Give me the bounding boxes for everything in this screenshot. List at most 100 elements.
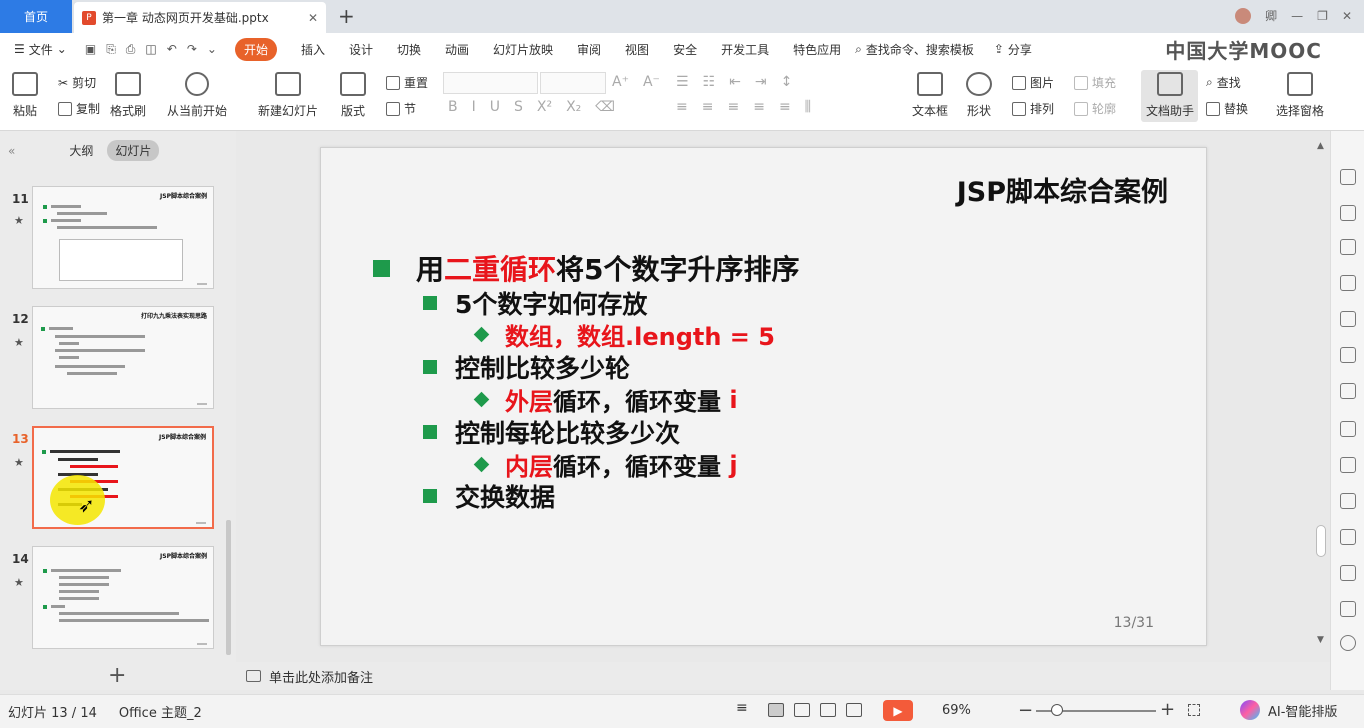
notes-area[interactable]: 单击此处添加备注 xyxy=(236,662,1330,690)
save-icon[interactable]: ▣ xyxy=(85,42,96,57)
italic-icon[interactable]: I xyxy=(472,99,476,115)
paste-button[interactable]: 粘贴 xyxy=(12,72,38,119)
tab-slides[interactable]: 幻灯片 xyxy=(107,140,160,161)
menu-transition[interactable]: 切换 xyxy=(397,41,421,58)
align-left-icon[interactable]: ≡ xyxy=(676,99,688,115)
zoom-level[interactable]: 69% xyxy=(942,703,971,718)
textbox-button[interactable]: 文本框 xyxy=(912,72,948,119)
align-center-icon[interactable]: ≡ xyxy=(702,99,714,115)
undo-icon[interactable]: ↶ xyxy=(167,42,177,57)
more-icon[interactable]: ⌄ xyxy=(207,42,217,57)
picture-button[interactable]: 图片 xyxy=(1012,74,1054,91)
layout-button[interactable]: 版式 xyxy=(340,72,366,119)
replace-button[interactable]: 替换 xyxy=(1206,100,1248,117)
numbered-list-icon[interactable]: ☷ xyxy=(703,74,716,90)
eraser-icon[interactable]: ⌫ xyxy=(595,99,615,115)
slide-thumbnail-14[interactable]: JSP脚本综合案例 xyxy=(32,546,214,649)
menu-features[interactable]: 特色应用 xyxy=(793,41,841,58)
image-icon[interactable] xyxy=(1340,493,1356,509)
zoom-out-button[interactable]: − xyxy=(1018,700,1033,721)
zoom-in-button[interactable]: + xyxy=(1160,699,1175,720)
indent-decrease-icon[interactable]: ⇤ xyxy=(729,74,741,90)
tab-home[interactable]: 首页 xyxy=(0,0,72,33)
find-button[interactable]: ⌕ 查找 xyxy=(1206,74,1241,91)
doc-helper-button[interactable]: 文档助手 xyxy=(1146,72,1194,119)
print-preview-icon[interactable]: ◫ xyxy=(145,42,156,57)
underline-icon[interactable]: U xyxy=(490,99,500,115)
outline-button[interactable]: 轮廓 xyxy=(1074,100,1116,117)
font-size-select[interactable] xyxy=(540,72,606,94)
new-slide-button[interactable]: 新建幻灯片 xyxy=(258,72,318,119)
redo-icon[interactable]: ↷ xyxy=(187,42,197,57)
indent-increase-icon[interactable]: ⇥ xyxy=(755,74,767,90)
distribute-icon[interactable]: ≡ xyxy=(779,99,791,115)
select-pane-button[interactable]: 选择窗格 xyxy=(1276,72,1324,119)
grid-icon[interactable] xyxy=(1340,311,1356,327)
shrink-font-icon[interactable]: A⁻ xyxy=(643,74,660,90)
collapse-panel-icon[interactable]: « xyxy=(8,144,15,158)
scroll-down-icon[interactable]: ▼ xyxy=(1317,635,1324,645)
slide-thumbnail-11[interactable]: JSP脚本综合案例 xyxy=(32,186,214,289)
avatar[interactable] xyxy=(1235,7,1252,24)
normal-view-icon[interactable] xyxy=(768,703,784,717)
close-window-icon[interactable]: ✕ xyxy=(1342,9,1352,23)
slide-canvas[interactable]: JSP脚本综合案例 用二重循环 将5个数字升序排序 5个数字如何存放 数组，数组.… xyxy=(320,147,1207,646)
bold-icon[interactable]: B xyxy=(448,99,458,115)
reset-button[interactable]: 重置 xyxy=(386,74,428,91)
minimize-icon[interactable]: — xyxy=(1291,9,1303,23)
menu-animation[interactable]: 动画 xyxy=(445,41,469,58)
line-spacing-icon[interactable]: ↕ xyxy=(781,74,793,90)
notes-toggle-icon[interactable]: ≡ xyxy=(736,700,752,716)
ai-layout-button[interactable]: AI-智能排版 xyxy=(1240,700,1337,720)
print-icon[interactable]: ⎙ xyxy=(126,42,136,57)
fit-window-icon[interactable] xyxy=(1188,704,1200,716)
superscript-icon[interactable]: X² xyxy=(537,99,552,115)
tab-document[interactable]: P 第一章 动态网页开发基础.pptx ✕ xyxy=(74,2,326,33)
slide-sorter-icon[interactable] xyxy=(794,703,810,717)
arrange-button[interactable]: 排列 xyxy=(1012,100,1054,117)
menu-slideshow[interactable]: 幻灯片放映 xyxy=(493,41,553,58)
menu-insert[interactable]: 插入 xyxy=(301,41,325,58)
font-family-select[interactable] xyxy=(443,72,538,94)
help-icon[interactable] xyxy=(1340,635,1356,651)
align-right-icon[interactable]: ≡ xyxy=(727,99,739,115)
section-button[interactable]: 节 xyxy=(386,100,416,117)
reading-view-icon[interactable] xyxy=(820,703,836,717)
archive-icon[interactable] xyxy=(1340,457,1356,473)
menu-security[interactable]: 安全 xyxy=(673,41,697,58)
add-slide-button[interactable]: + xyxy=(108,663,126,688)
cut-button[interactable]: ✂ 剪切 xyxy=(58,74,96,91)
transition-icon[interactable] xyxy=(1340,383,1356,399)
justify-icon[interactable]: ≡ xyxy=(753,99,765,115)
close-tab-icon[interactable]: ✕ xyxy=(308,11,318,25)
command-search[interactable]: ⌕ 查找命令、搜索模板 xyxy=(855,41,974,58)
fill-button[interactable]: 填充 xyxy=(1074,74,1116,91)
grow-font-icon[interactable]: A⁺ xyxy=(612,74,629,90)
restore-icon[interactable]: ❐ xyxy=(1317,9,1328,23)
settings-icon[interactable] xyxy=(1340,565,1356,581)
copy-icon[interactable] xyxy=(1340,239,1356,255)
adjust-icon[interactable] xyxy=(1340,347,1356,363)
play-slideshow-button[interactable]: ▶ xyxy=(883,700,913,721)
menu-developer[interactable]: 开发工具 xyxy=(721,41,769,58)
shape-style-icon[interactable] xyxy=(1340,275,1356,291)
time-icon[interactable] xyxy=(1340,601,1356,617)
panel-scrollbar[interactable] xyxy=(226,520,231,655)
bullet-list-icon[interactable]: ☰ xyxy=(676,74,689,90)
properties-icon[interactable] xyxy=(1340,169,1356,185)
slide-scrollbar[interactable]: ▲ ▼ xyxy=(1316,141,1328,647)
design-icon[interactable] xyxy=(1340,205,1356,221)
menu-review[interactable]: 审阅 xyxy=(577,41,601,58)
menu-design[interactable]: 设计 xyxy=(349,41,373,58)
play-from-current-button[interactable]: 从当前开始 xyxy=(167,72,227,119)
shape-button[interactable]: 形状 xyxy=(966,72,992,119)
presenter-view-icon[interactable] xyxy=(846,703,862,717)
audio-icon[interactable] xyxy=(1340,529,1356,545)
copy-button[interactable]: 复制 xyxy=(58,100,100,117)
scroll-thumb[interactable] xyxy=(1316,525,1326,557)
export-icon[interactable]: ⎘ xyxy=(106,42,116,57)
menu-view[interactable]: 视图 xyxy=(625,41,649,58)
tab-outline[interactable]: 大纲 xyxy=(69,142,93,159)
subscript-icon[interactable]: X₂ xyxy=(566,99,581,115)
columns-icon[interactable]: ⫼ xyxy=(805,99,811,115)
